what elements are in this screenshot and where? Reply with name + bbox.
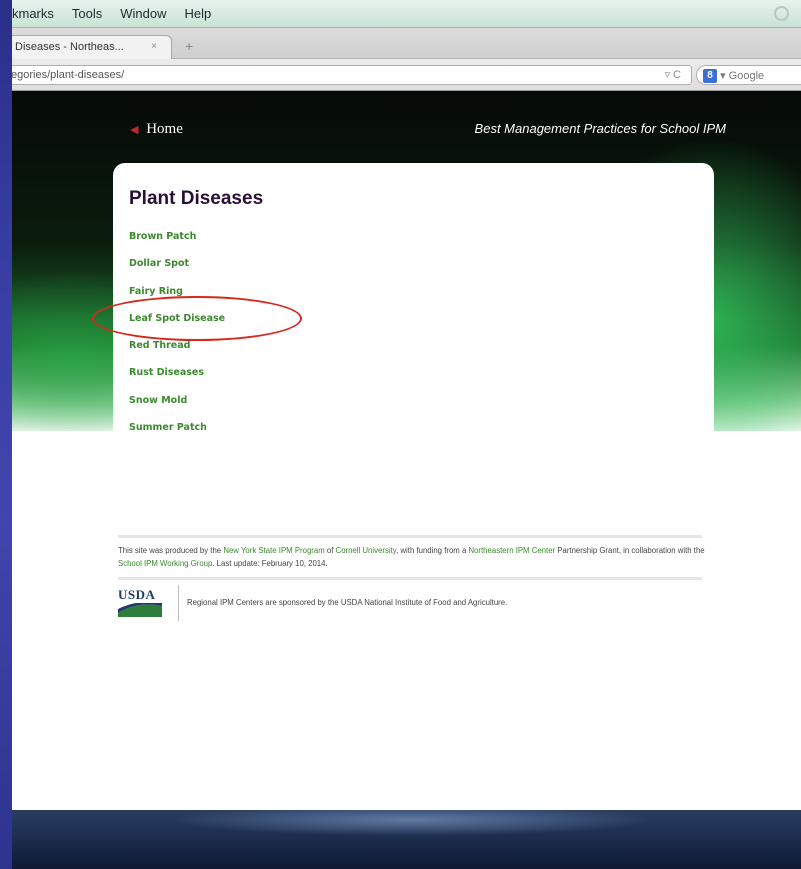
footer-credits: This site was produced by the New York S… (118, 544, 718, 570)
usda-logo[interactable]: USDA (118, 587, 176, 619)
school-ipm-link[interactable]: School IPM Working Group (118, 559, 212, 568)
footer-text: . Last update: February 10, 2014. (212, 559, 328, 568)
menu-help[interactable]: Help (185, 6, 212, 21)
disease-link[interactable]: Dollar Spot (129, 258, 225, 285)
usda-logo-text: USDA (118, 587, 156, 602)
new-tab-button[interactable]: + (185, 38, 193, 54)
usda-swoosh-icon (118, 601, 162, 617)
reload-icon: C (673, 69, 681, 81)
url-text: egories/plant-diseases/ (12, 69, 125, 81)
footer-text: Partnership Grant, in collaboration with… (555, 546, 705, 555)
search-dropdown-icon: ▾ (720, 70, 726, 82)
disease-link[interactable]: Snow Mold (129, 395, 225, 422)
footer-text: , with funding from a (396, 546, 469, 555)
footer-text: This site was produced by the (118, 546, 224, 555)
highlight-annotation (92, 296, 302, 341)
footer-divider (118, 535, 702, 538)
footer-background (12, 810, 801, 869)
usda-sponsor-text: Regional IPM Centers are sponsored by th… (187, 598, 508, 607)
home-label: Home (146, 121, 183, 137)
menu-tools[interactable]: Tools (72, 6, 102, 21)
status-circle-icon (774, 6, 789, 21)
url-field[interactable]: egories/plant-diseases/ ▿ C (12, 65, 692, 85)
search-input[interactable]: 8 ▾ Google (696, 65, 801, 85)
disease-link[interactable]: Summer Patch (129, 422, 225, 449)
disease-link[interactable]: Brown Patch (129, 231, 225, 258)
tab-plant-diseases[interactable]: Diseases - Northeas... × (12, 35, 172, 59)
menu-bookmarks[interactable]: kmarks (12, 6, 54, 21)
page-title: Plant Diseases (129, 188, 264, 209)
footer-divider (118, 577, 702, 580)
address-toolbar: egories/plant-diseases/ ▿ C 8 ▾ Google (12, 59, 801, 91)
tab-bar: Diseases - Northeas... × + (12, 28, 801, 59)
footer-divider (178, 585, 179, 621)
site-title: Best Management Practices for School IPM (474, 121, 726, 136)
cornell-link[interactable]: Cornell University (336, 546, 397, 555)
reload-button[interactable]: ▿ C (664, 68, 681, 81)
nys-ipm-link[interactable]: New York State IPM Program (223, 546, 324, 555)
footer-text: of (324, 546, 336, 555)
disease-link[interactable]: Rust Diseases (129, 367, 225, 394)
browser-window: kmarks Tools Window Help Diseases - Nort… (12, 0, 801, 869)
back-arrow-icon: ◀ (130, 124, 139, 136)
menu-window[interactable]: Window (120, 6, 166, 21)
disease-link[interactable]: Red Thread (129, 340, 225, 367)
neipm-link[interactable]: Northeastern IPM Center (468, 546, 555, 555)
search-placeholder: Google (728, 70, 765, 82)
search-engine-icon[interactable]: 8 (703, 69, 717, 84)
dropdown-icon: ▿ (664, 69, 670, 81)
tab-close-icon[interactable]: × (151, 41, 157, 52)
page-viewport: ◀ Home Best Management Practices for Sch… (12, 91, 801, 869)
tab-title: Diseases - Northeas... (15, 41, 124, 53)
home-link[interactable]: ◀ Home (130, 121, 183, 138)
menu-bar: kmarks Tools Window Help (12, 0, 801, 28)
